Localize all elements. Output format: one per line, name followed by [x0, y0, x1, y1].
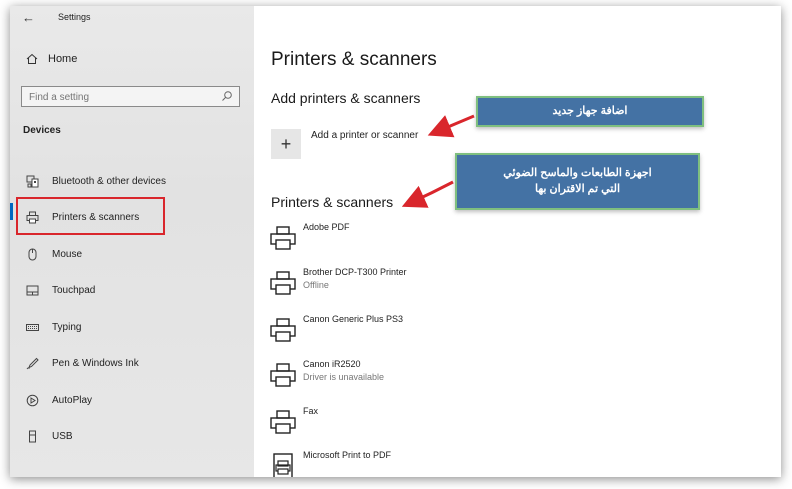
callout-text-line2: التي تم الاقتران بها: [534, 182, 621, 195]
sidebar-item-label: Mouse: [52, 248, 83, 260]
sidebar-item-typing[interactable]: Typing: [10, 313, 254, 341]
callout-text-line1: اجهزة الطابعات والماسح الضوئي: [503, 167, 652, 180]
printer-icon: [270, 271, 296, 295]
add-printer-label[interactable]: Add a printer or scanner: [311, 130, 418, 141]
keyboard-icon: [25, 320, 39, 334]
plus-icon: +: [280, 133, 292, 154]
back-arrow-icon[interactable]: ←: [22, 10, 35, 25]
home-label: Home: [48, 53, 78, 65]
touchpad-icon: [25, 283, 39, 297]
title-bar: ← Settings: [10, 6, 254, 30]
sidebar-item-label: Pen & Windows Ink: [52, 357, 139, 369]
printer-icon: [270, 318, 296, 342]
autoplay-icon: [25, 393, 39, 407]
sidebar-item-label: AutoPlay: [52, 394, 93, 406]
sidebar-item-label: Touchpad: [52, 284, 96, 296]
printer-name: Brother DCP-T300 Printer: [303, 267, 407, 277]
add-section-title: Add printers & scanners: [271, 90, 421, 106]
printer-item[interactable]: Canon Generic Plus PS3: [269, 314, 569, 356]
sidebar: ← Settings Home Devices Bluetooth & othe…: [10, 6, 254, 477]
sidebar-item-usb[interactable]: USB: [10, 422, 254, 450]
printer-item[interactable]: Adobe PDF: [269, 222, 569, 264]
printer-name: Fax: [303, 406, 319, 416]
sidebar-item-touchpad[interactable]: Touchpad: [10, 276, 254, 304]
mouse-icon: [25, 247, 39, 261]
sidebar-item-autoplay[interactable]: AutoPlay: [10, 386, 254, 414]
sidebar-item-bluetooth[interactable]: Bluetooth & other devices: [10, 167, 254, 195]
add-printer-button[interactable]: +: [271, 129, 301, 159]
home-icon: [26, 53, 38, 64]
printer-item[interactable]: Brother DCP-T300 Printer Offline: [269, 267, 569, 309]
printer-item[interactable]: Canon iR2520 Driver is unavailable: [269, 359, 569, 401]
printer-icon: [270, 363, 296, 387]
printer-item[interactable]: Fax: [269, 406, 569, 448]
section-devices: Devices: [23, 125, 61, 136]
printer-status: Driver is unavailable: [303, 372, 385, 382]
printer-icon: [270, 410, 296, 434]
callout-text: اضافة جهاز جديد: [552, 104, 628, 117]
printer-name: Microsoft Print to PDF: [303, 450, 392, 460]
pdf-printer-icon: [273, 453, 293, 477]
callout-paired-devices: اجهزة الطابعات والماسح الضوئي التي تم ال…: [455, 153, 700, 210]
printer-status: Offline: [303, 280, 329, 290]
pen-icon: [25, 356, 39, 370]
page-title: Printers & scanners: [271, 49, 437, 70]
search-icon[interactable]: [221, 90, 233, 102]
settings-window: ← Settings Home Devices Bluetooth & othe…: [10, 6, 781, 477]
printer-name: Canon Generic Plus PS3: [303, 314, 404, 324]
printer-icon: [270, 226, 296, 250]
sidebar-item-pen[interactable]: Pen & Windows Ink: [10, 349, 254, 377]
search-box[interactable]: [21, 86, 240, 107]
selection-indicator: [10, 203, 13, 220]
sidebar-item-label: Typing: [52, 321, 82, 333]
main-content: Printers & scanners Add printers & scann…: [254, 6, 781, 477]
sidebar-item-mouse[interactable]: Mouse: [10, 240, 254, 268]
window-title: Settings: [58, 12, 91, 22]
callout-add-device: اضافة جهاز جديد: [476, 96, 704, 127]
printer-name: Canon iR2520: [303, 359, 361, 369]
printers-list-title: Printers & scanners: [271, 194, 394, 210]
sidebar-item-label: USB: [52, 430, 73, 442]
highlight-box: [16, 197, 165, 235]
printer-item[interactable]: Microsoft Print to PDF: [269, 450, 569, 477]
search-input[interactable]: [22, 88, 216, 107]
sidebar-item-label: Bluetooth & other devices: [52, 175, 166, 187]
bluetooth-devices-icon: [25, 174, 39, 188]
home-link[interactable]: Home: [26, 53, 77, 65]
usb-icon: [25, 429, 39, 443]
printer-name: Adobe PDF: [303, 222, 350, 232]
